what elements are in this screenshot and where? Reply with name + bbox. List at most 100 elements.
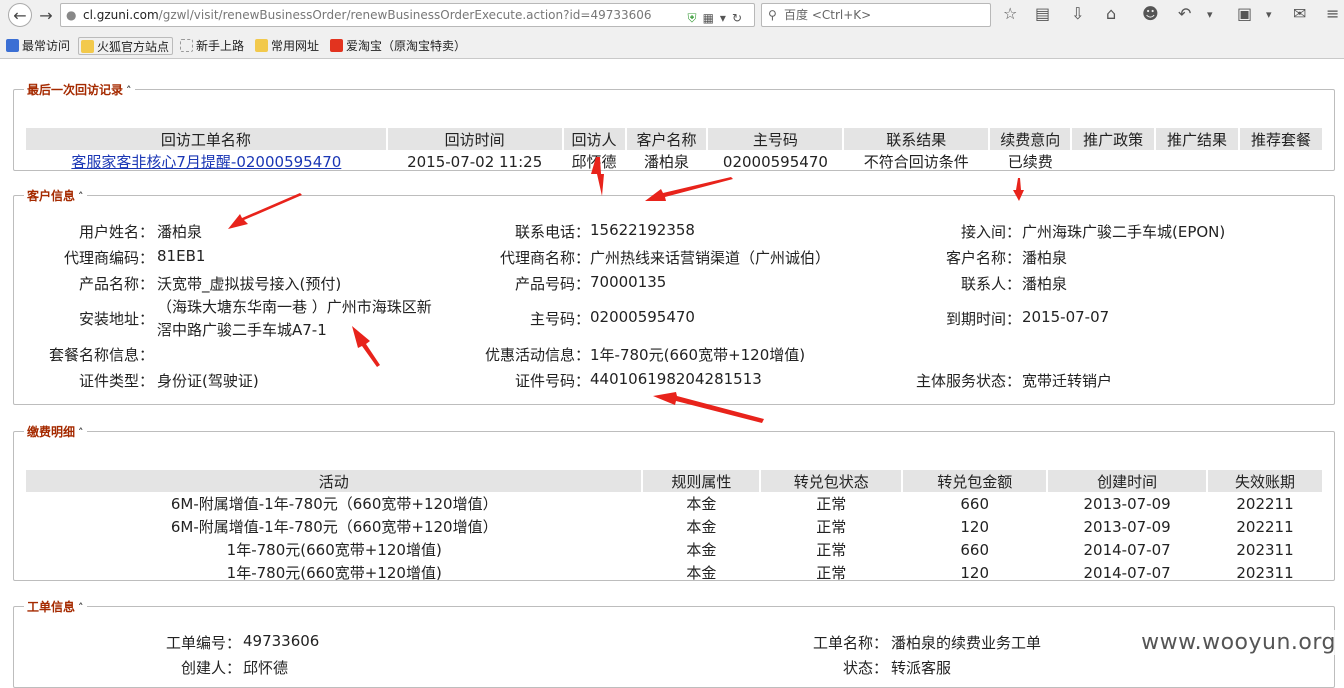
reader-icon[interactable]: ▤ — [1035, 4, 1050, 23]
search-input[interactable]: ⚲ 百度 <Ctrl+K> — [761, 3, 991, 27]
field-label: 工单编号： — [165, 634, 241, 652]
product-value: 沃宽带_虚拟拔号接入(预付) — [157, 275, 342, 293]
bookmark-common[interactable]: 常用网址 — [253, 37, 319, 55]
table-header: 活动 规则属性 转兑包状态 转兑包金额 创建时间 失效账期 — [26, 470, 1324, 492]
table-cell: 202211 — [1236, 517, 1294, 536]
column-header: 回访时间 — [386, 128, 564, 150]
field-label: 到期时间： — [945, 310, 1021, 328]
field-label: 优惠活动信息： — [484, 346, 590, 364]
collapse-icon[interactable]: ˄ — [78, 601, 84, 614]
collapse-icon[interactable]: ˄ — [78, 426, 84, 439]
visitor: 邱怀德 — [571, 153, 617, 171]
browser-chrome: ← → ● cl.gzuni.com/gzwl/visit/renewBusin… — [0, 0, 1344, 59]
bookmark-firefox[interactable]: 火狐官方站点 — [78, 37, 174, 55]
reload-icon: ↻ — [731, 11, 748, 25]
column-header: 联系结果 — [843, 128, 991, 150]
contact-result: 不符合回访条件 — [863, 153, 969, 171]
home-icon[interactable]: ⌂ — [1106, 4, 1116, 23]
table-cell: 本金 — [686, 518, 717, 536]
nav-bar: ← → ● cl.gzuni.com/gzwl/visit/renewBusin… — [0, 0, 1344, 30]
table-cell: 正常 — [816, 541, 847, 559]
access-value: 广州海珠广骏二手车城(EPON) — [1022, 223, 1226, 241]
menu-icon[interactable]: ≡ — [1326, 4, 1339, 23]
column-header: 推广政策 — [1071, 128, 1157, 150]
collapse-icon[interactable]: ˄ — [126, 84, 132, 97]
table-cell: 1年-780元(660宽带+120增值) — [226, 541, 442, 559]
address-value-line2: 滘中路广骏二手车城A7-1 — [157, 321, 327, 339]
search-placeholder: 百度 <Ctrl+K> — [784, 8, 872, 22]
collapse-icon[interactable]: ˄ — [78, 190, 84, 203]
table-row: 6M-附属增值-1年-780元（660宽带+120增值） 本金 正常 120 2013-… — [26, 515, 1323, 538]
field-label: 证件类型： — [78, 372, 154, 390]
id-no-value: 440106198204281513 — [590, 370, 762, 388]
payment-section: 缴费明细 ˄ 活动 规则属性 转兑包状态 转兑包金额 创建时间 失效账期 6M-附… — [13, 423, 1335, 582]
product-no-value: 70000135 — [590, 273, 667, 291]
forward-icon[interactable]: → — [34, 3, 58, 27]
chat-icon[interactable]: ☻ — [1142, 4, 1159, 23]
table-cell: 120 — [960, 563, 990, 582]
page-icon — [180, 39, 193, 52]
field-label: 客户名称： — [945, 249, 1021, 267]
column-header: 客户名称 — [625, 128, 709, 150]
field-label: 主号码： — [529, 310, 590, 328]
table-cell: 2013-07-09 — [1083, 517, 1171, 536]
message-icon[interactable]: ✉ — [1293, 4, 1306, 23]
download-icon[interactable]: ⇩ — [1071, 4, 1084, 23]
table-header: 回访工单名称 回访时间 回访人 客户名称 主号码 联系结果 续费意向 推广政策 … — [26, 128, 1324, 150]
search-icon: ⚲ — [768, 8, 777, 22]
crop-icon[interactable]: ▣ — [1237, 4, 1252, 23]
undo-dropdown-icon[interactable]: ▾ — [1207, 8, 1213, 21]
column-header: 规则属性 — [642, 470, 762, 492]
visit-table: 回访工单名称 回访时间 回访人 客户名称 主号码 联系结果 续费意向 推广政策 … — [26, 128, 1324, 173]
table-row: 6M-附属增值-1年-780元（660宽带+120增值） 本金 正常 660 2013-… — [26, 492, 1323, 515]
table-cell: 2014-07-07 — [1083, 540, 1171, 559]
order-legend[interactable]: 工单信息 ˄ — [24, 598, 87, 615]
column-header: 转兑包状态 — [760, 470, 904, 492]
column-header: 回访工单名称 — [26, 128, 388, 150]
field-label: 状态： — [842, 659, 888, 677]
field-label: 代理商名称： — [499, 249, 590, 267]
table-cell: 6M-附属增值-1年-780元（660宽带+120增值） — [170, 495, 498, 513]
renew-intent: 已续费 — [1007, 153, 1053, 171]
expire-value: 2015-07-07 — [1022, 308, 1110, 326]
field-label: 工单名称： — [812, 634, 888, 652]
bookmark-aitaobao[interactable]: 爱淘宝（原淘宝特卖） — [328, 37, 466, 55]
main-number: 02000595470 — [722, 152, 828, 171]
visit-name-cell: 客服家客非核心7月提醒-02000595470 — [26, 150, 387, 173]
creator-value: 邱怀德 — [243, 659, 289, 677]
table-cell: 1年-780元(660宽带+120增值) — [226, 564, 442, 582]
dropdown-icon: ▾ — [719, 11, 732, 25]
column-header: 续费意向 — [989, 128, 1073, 150]
table-cell: 本金 — [686, 495, 717, 513]
phone-value: 15622192358 — [590, 221, 695, 239]
column-header: 回访人 — [562, 128, 627, 150]
field-label: 证件号码： — [514, 372, 590, 390]
bookmark-most-visited[interactable]: 最常访问 — [4, 37, 70, 55]
star-icon[interactable]: ☆ — [1003, 4, 1017, 23]
url-action-icons[interactable]: ⛨▦▾↻ — [688, 7, 748, 26]
payment-legend[interactable]: 缴费明细 ˄ — [24, 423, 87, 440]
bookmark-newbie[interactable]: 新手上路 — [178, 37, 244, 55]
table-row: 客服家客非核心7月提醒-02000595470 2015-07-02 11:25… — [26, 150, 1323, 173]
table-cell: 正常 — [816, 564, 847, 582]
table-cell: 202211 — [1236, 494, 1294, 513]
column-header: 推荐套餐 — [1239, 128, 1324, 150]
field-label: 联系电话： — [514, 223, 590, 241]
main-no-value: 02000595470 — [590, 308, 695, 326]
visit-legend[interactable]: 最后一次回访记录 ˄ — [24, 81, 135, 98]
visit-order-link[interactable]: 客服家客非核心7月提醒-02000595470 — [71, 153, 341, 171]
promo-result — [1155, 150, 1239, 173]
crop-dropdown-icon[interactable]: ▾ — [1266, 8, 1272, 21]
column-header: 失效账期 — [1207, 470, 1324, 492]
order-state-value: 转派客服 — [891, 659, 952, 677]
service-status-value: 宽带迁转销户 — [1022, 372, 1113, 390]
table-cell: 660 — [960, 494, 990, 513]
url-bar[interactable]: ● cl.gzuni.com/gzwl/visit/renewBusinessO… — [60, 3, 755, 27]
table-cell: 正常 — [816, 495, 847, 513]
undo-icon[interactable]: ↶ — [1178, 4, 1191, 23]
order-name-value: 潘柏泉的续费业务工单 — [891, 634, 1042, 652]
customer-legend[interactable]: 客户信息 ˄ — [24, 187, 87, 204]
back-icon[interactable]: ← — [8, 3, 32, 27]
visit-time: 2015-07-02 11:25 — [407, 152, 543, 171]
table-cell: 本金 — [686, 564, 717, 582]
